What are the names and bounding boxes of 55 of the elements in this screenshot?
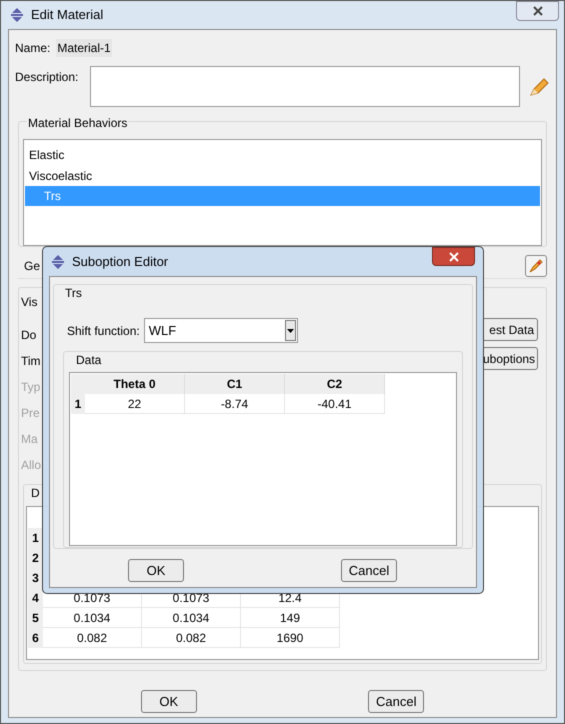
shift-function-dropdown[interactable]: WLF [144,318,298,343]
dialog-title: Suboption Editor [72,252,168,271]
close-icon [448,252,458,262]
menu-item[interactable]: Ge [24,256,40,274]
row-number: 5 [28,608,43,628]
eraser-icon [529,258,543,272]
table-cell: -40.41 [285,394,385,414]
dialog-button[interactable]: Cancel [341,559,397,582]
field-label: Ma [21,431,38,446]
dialog-button[interactable]: Cancel [368,690,424,713]
pencil-icon [529,78,549,96]
eraser-button[interactable] [525,254,547,276]
app-logo-icon [9,7,25,23]
close-button[interactable] [516,1,559,21]
row-number: 1 [28,528,43,548]
field-label: Tim [21,353,41,368]
window-title: Edit Material [31,6,104,24]
group-title: Trs [65,285,82,302]
row-number: 2 [28,548,43,568]
side-button[interactable]: uboptions [482,347,538,370]
table-cell: 0.1034 [142,608,241,628]
table-cell: 0.082 [43,628,142,648]
table-cell: 1690 [241,628,340,648]
column-header: C2 [285,374,385,394]
dialog-button[interactable]: OK [140,690,197,713]
close-icon [532,6,542,16]
field-label: Do [21,327,36,342]
shift-function-label: Shift function: [67,322,140,340]
close-button[interactable] [432,247,475,266]
app-logo-icon [50,254,66,270]
side-button[interactable]: est Data [482,318,538,341]
name-value: Material-1 [56,39,112,57]
behavior-item[interactable]: Viscoelastic [25,165,540,186]
group-title: Data [76,352,102,369]
dialog-button[interactable]: OK [128,559,184,582]
row-number: 4 [28,588,43,608]
behavior-item[interactable]: Elastic [25,144,540,165]
column-header: C1 [185,374,285,394]
row-number: 3 [28,568,43,588]
description-field[interactable] [90,66,520,107]
table-cell: 149 [241,608,340,628]
name-label: Name: [15,40,50,57]
group-title: Vis [21,294,38,311]
table-cell: -8.74 [185,394,285,414]
table-cell: 0.1034 [43,608,142,628]
group-title: D [31,485,40,502]
table-cell: 22 [85,394,185,414]
row-number: 1 [71,394,85,414]
description-label: Description: [15,69,80,86]
field-label: Pre [21,405,40,420]
table-cell: 0.082 [142,628,241,648]
column-header: Theta 0 [85,374,185,394]
row-number: 6 [28,628,43,648]
field-label: Typ [21,379,40,394]
field-label: Allo [21,457,42,472]
